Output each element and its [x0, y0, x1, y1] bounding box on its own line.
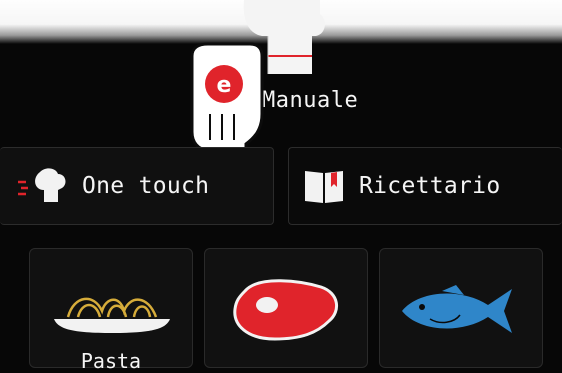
category-card-meat[interactable]: [204, 248, 368, 368]
tab-one-touch-label: One touch: [82, 173, 210, 199]
tab-recipe-book[interactable]: Ricettario: [288, 147, 562, 225]
tab-one-touch[interactable]: One touch: [0, 147, 274, 225]
tab-recipe-book-label: Ricettario: [359, 173, 501, 199]
book-icon: [305, 171, 343, 203]
category-card-fish[interactable]: [379, 248, 543, 368]
chef-hat-icon: [18, 168, 66, 202]
brand-badge-letter: e: [217, 73, 232, 98]
category-card-pasta[interactable]: Pasta: [29, 248, 193, 373]
fish-icon: [402, 285, 512, 333]
category-label-pasta: Pasta: [80, 349, 142, 373]
pasta-plate-icon: [54, 297, 170, 333]
mode-label-manual[interactable]: Manuale: [262, 88, 358, 113]
steak-icon: [233, 279, 338, 341]
